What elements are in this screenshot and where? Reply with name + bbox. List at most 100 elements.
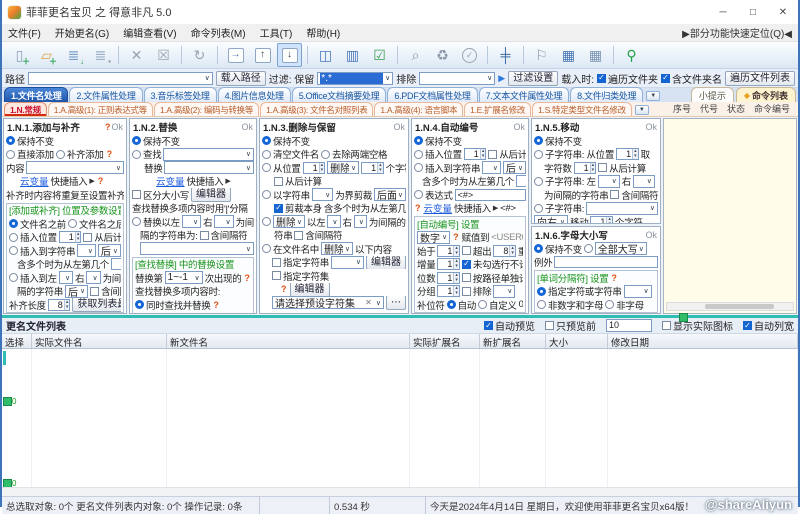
scrollbar-thumb[interactable] (705, 304, 774, 309)
tab-command-list[interactable]: ◆命令列表 (736, 87, 796, 102)
spinner[interactable]: 1▴▾ (616, 148, 639, 160)
cloud-variable-link[interactable]: 云变量 (20, 175, 49, 189)
radio-option[interactable]: 直接添加 (6, 148, 54, 162)
open-folder-icon[interactable]: ▱＋ (34, 43, 59, 67)
main-tab[interactable]: 1.文件名处理 (4, 87, 68, 102)
spinner-arrows-icon[interactable]: ▴▾ (75, 232, 81, 242)
main-tab[interactable]: 2.文件属性处理 (69, 87, 142, 102)
spin-down-icon[interactable]: ▾ (454, 278, 459, 283)
column-header[interactable]: 选择 (2, 334, 32, 348)
combo-box[interactable]: 后∨ (65, 285, 88, 298)
spinner-arrows-icon[interactable]: ▴▾ (453, 246, 459, 256)
spinner-arrows-icon[interactable]: ▴▾ (480, 149, 486, 159)
spinner-arrows-icon[interactable]: ▴▾ (453, 259, 459, 269)
button[interactable]: 获取列表最长 (72, 298, 121, 312)
close-button[interactable]: ✕ (768, 0, 798, 24)
load-path-button[interactable]: 载入路径 (216, 71, 266, 86)
horizontal-scrollbar[interactable] (666, 302, 794, 311)
spin-down-icon[interactable]: ▾ (454, 291, 459, 296)
help-icon[interactable]: ? (610, 273, 618, 283)
checkbox-option[interactable]: 含间隔符 (90, 285, 121, 299)
radio-option[interactable]: 自动 (447, 298, 476, 312)
combo-box[interactable]: ∨ (140, 242, 254, 255)
spin-down-icon[interactable]: ▾ (454, 264, 459, 269)
combo-box[interactable]: ∨ (331, 256, 364, 269)
spinner[interactable]: 1▴▾ (437, 272, 460, 284)
checkbox-option[interactable]: 从后计算 (274, 175, 322, 189)
combo-box[interactable]: ∨ (493, 285, 515, 298)
radio-option[interactable]: 保持不变 (262, 134, 310, 148)
radio-option[interactable]: 保持不变 (534, 242, 582, 256)
help-icon[interactable]: ? (280, 284, 288, 294)
radio-option[interactable] (262, 217, 271, 226)
spin-down-icon[interactable]: ▾ (510, 251, 515, 256)
spinner[interactable]: 1▴▾ (437, 245, 460, 257)
spin-down-icon[interactable]: ▾ (320, 168, 325, 173)
menu-item[interactable]: 文件(F) (8, 25, 41, 40)
radio-option[interactable]: 从左到右顺序查找并替换 (135, 312, 247, 314)
combo-box[interactable]: 后∨ (98, 244, 121, 257)
radio-option[interactable]: 在文件名中 (262, 242, 319, 256)
table-save-icon[interactable]: ▦ (583, 43, 608, 67)
menu-item[interactable]: 编辑查看(V) (123, 25, 176, 40)
combo-box[interactable]: 1~-1∨ (165, 271, 203, 284)
radio-option[interactable]: 子字符串: (534, 202, 584, 216)
checkbox-option[interactable]: 未勾选行不计数 (462, 258, 523, 272)
combo-box[interactable]: 删除∨ (273, 215, 305, 228)
expand-arrow-icon[interactable]: ▶ (225, 177, 230, 185)
spinner-arrows-icon[interactable]: ▴▾ (606, 217, 612, 223)
checkbox-option[interactable]: 指定字符串 (272, 256, 329, 270)
radio-option[interactable]: 去除两端空格 (321, 148, 387, 162)
combo-box[interactable]: ∨ (86, 271, 100, 284)
checkbox-option[interactable]: 从后计算 (488, 148, 526, 162)
refresh-icon[interactable]: ↻ (187, 43, 212, 67)
radio-option[interactable]: 非数字和字母 (537, 298, 603, 312)
checkbox-option[interactable]: 含间隔符 (610, 188, 658, 202)
combo-box[interactable]: 全部大写∨ (595, 242, 647, 255)
main-tab[interactable]: 3.音乐标签处理 (144, 87, 217, 102)
spin-down-icon[interactable]: ▾ (607, 222, 612, 223)
radio-option[interactable]: 子字符串: 从位置 (534, 148, 614, 162)
cloud-variable-link[interactable]: 云变量 (424, 202, 453, 216)
checkbox-option[interactable]: 含间隔符 (294, 229, 342, 243)
spinner[interactable]: 1▴▾ (59, 231, 82, 243)
radio-option[interactable]: 保持不变 (414, 134, 462, 148)
spinner-arrows-icon[interactable]: ▴▾ (632, 149, 638, 159)
column-header[interactable]: 修改日期 (608, 334, 798, 348)
spin-down-icon[interactable]: ▾ (65, 305, 70, 310)
spinner[interactable]: 1▴▾ (464, 148, 487, 160)
checkbox-option[interactable]: 超出 (462, 244, 491, 258)
splitter-bar[interactable] (2, 315, 798, 318)
column-view-icon[interactable]: ▥ (340, 43, 365, 67)
tune-sliders-icon[interactable]: ╪ (493, 43, 518, 67)
combo-box[interactable]: ∨ (327, 215, 340, 228)
sub-tab[interactable]: 1.E.扩展名修改 (464, 102, 531, 116)
sub-tab[interactable]: 1.A.高级(1): 正则表达式等 (48, 102, 153, 116)
column-header[interactable]: 实际扩展名 (410, 334, 480, 348)
checkbox-option[interactable]: 按路径单独计数 (462, 271, 523, 285)
filter-settings-button[interactable]: 过滤设置 (508, 71, 558, 86)
spin-down-icon[interactable]: ▾ (378, 168, 383, 173)
spinner[interactable]: 1▴▾ (574, 162, 597, 174)
radio-option[interactable]: 查找 (132, 148, 161, 162)
radio-option[interactable]: 清空文件名 (262, 148, 319, 162)
text-input[interactable]: <#> (455, 189, 526, 201)
combo-box[interactable]: 删除∨ (321, 242, 353, 255)
pin-icon[interactable]: ⚲ (619, 43, 644, 67)
radio-option[interactable]: 指定字符或字符串 (537, 285, 622, 299)
combo-box[interactable]: ∨ (164, 161, 254, 174)
save-list-icon[interactable]: ≣▪ (88, 43, 113, 67)
combo-box[interactable]: 后∨ (503, 161, 526, 174)
spinner-arrows-icon[interactable]: ▴▾ (590, 163, 596, 173)
combo-box[interactable]: ∨ (26, 161, 124, 174)
spin-down-icon[interactable]: ▾ (591, 168, 596, 173)
spin-down-icon[interactable]: ▾ (481, 154, 486, 159)
radio-option[interactable]: 保持不变 (132, 134, 180, 148)
radio-option[interactable]: 自定义 (478, 298, 517, 312)
checklist-icon[interactable]: ☑ (367, 43, 392, 67)
restore-name-icon[interactable]: → (223, 43, 248, 67)
help-icon[interactable]: ? (452, 232, 460, 242)
preview-count-input[interactable]: 10 (606, 319, 652, 332)
main-tab[interactable]: 5.Office文档摘要处理 (292, 87, 387, 102)
spinner-arrows-icon[interactable]: ▴▾ (319, 163, 325, 173)
